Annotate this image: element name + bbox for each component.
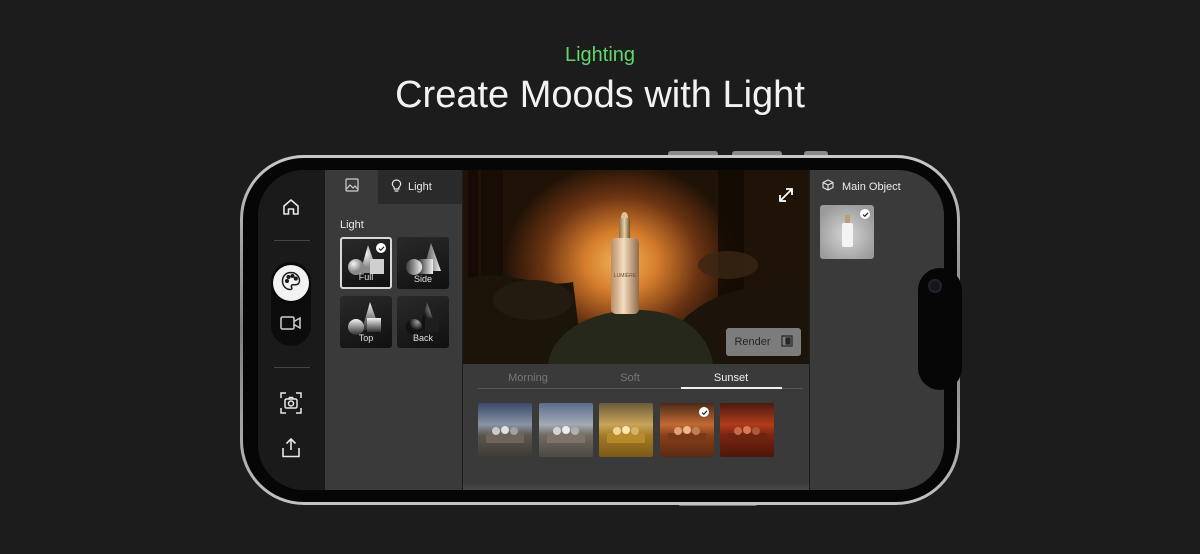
light-option-label: Side <box>413 274 432 284</box>
camera-capture-icon[interactable] <box>278 390 304 416</box>
light-option-full[interactable]: Full <box>340 237 392 289</box>
expand-icon <box>776 188 796 209</box>
object-panel-title: Main Object <box>842 180 901 193</box>
light-option-back[interactable]: Back <box>397 296 449 348</box>
light-option-top[interactable]: Top <box>340 296 392 348</box>
front-camera <box>928 279 942 293</box>
rail-divider <box>274 240 310 241</box>
home-icon[interactable] <box>278 194 304 220</box>
cube-icon <box>822 179 834 194</box>
check-icon <box>376 243 386 253</box>
tab-image[interactable] <box>325 170 378 204</box>
scene-viewport[interactable]: LUMIÈRE Render <box>463 170 809 364</box>
render-icon <box>780 334 793 350</box>
light-option-label: Full <box>358 272 374 282</box>
light-option-label: Back <box>412 333 433 343</box>
image-icon <box>344 177 359 197</box>
preset-thumbnail-3[interactable] <box>599 403 653 457</box>
palette-icon <box>280 270 302 297</box>
preset-thumbnail-5[interactable] <box>720 403 774 457</box>
preset-thumbnail-4[interactable] <box>660 403 714 457</box>
light-panel: Light Light Full Side Top Back <box>325 170 462 490</box>
preset-tab-sunset[interactable]: Sunset <box>681 372 781 384</box>
render-button-label: Render <box>734 336 771 348</box>
tab-light-label: Light <box>408 181 432 193</box>
light-section-label: Light <box>340 219 364 231</box>
preset-panel: Morning Soft Sunset <box>463 364 809 490</box>
tab-light[interactable]: Light <box>391 170 432 204</box>
share-icon[interactable] <box>278 435 304 461</box>
product-label: LUMIÈRE <box>614 272 637 279</box>
preset-thumbnail-2[interactable] <box>539 403 593 457</box>
preset-thumbnail-1[interactable] <box>478 403 532 457</box>
object-panel-header: Main Object <box>822 179 901 194</box>
rail-divider <box>274 367 310 368</box>
palette-button[interactable] <box>273 265 309 301</box>
preset-tab-soft[interactable]: Soft <box>580 372 680 384</box>
light-option-label: Top <box>358 333 374 343</box>
phone-screen: Light Light Full Side Top Back LUMIÈRE R… <box>258 170 944 490</box>
nav-rail <box>258 170 325 490</box>
preset-tab-morning[interactable]: Morning <box>478 372 578 384</box>
video-icon[interactable] <box>280 315 302 336</box>
section-headline: Create Moods with Light <box>395 74 805 116</box>
preset-tab-indicator <box>681 387 782 389</box>
light-option-side[interactable]: Side <box>397 237 449 289</box>
check-icon <box>699 407 709 417</box>
expand-button[interactable] <box>776 185 796 205</box>
panel-tabs: Light <box>325 170 462 204</box>
section-eyebrow: Lighting <box>564 44 636 66</box>
panel-bottom-strip <box>463 482 809 490</box>
check-icon <box>860 209 870 219</box>
render-button[interactable]: Render <box>726 328 801 356</box>
bulb-icon <box>391 179 402 195</box>
main-object-thumbnail[interactable] <box>820 205 874 259</box>
